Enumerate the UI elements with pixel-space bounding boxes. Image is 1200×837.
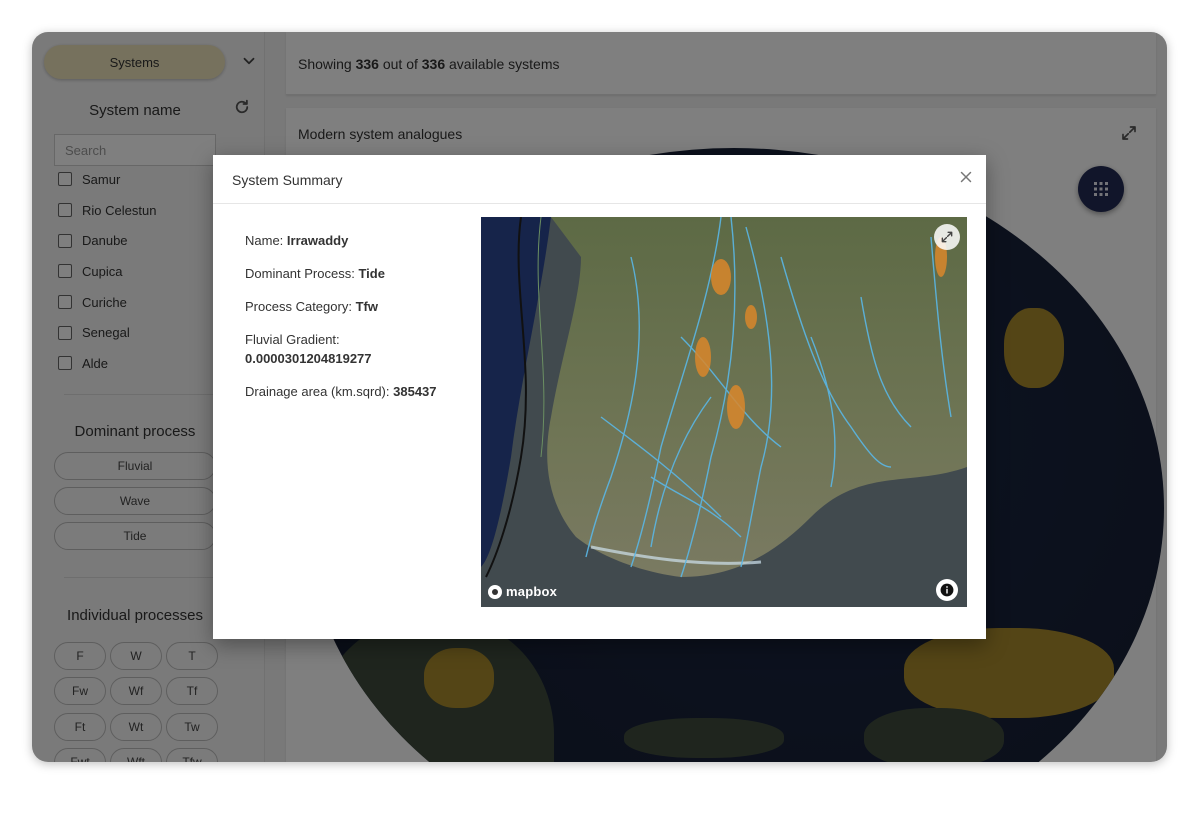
mapbox-icon bbox=[488, 584, 502, 599]
map-fullscreen-button[interactable] bbox=[934, 224, 960, 250]
delta-satellite-map[interactable]: mapbox bbox=[481, 217, 967, 607]
modal-title: System Summary bbox=[213, 155, 986, 204]
satellite-image bbox=[481, 217, 967, 607]
system-summary-modal: System Summary Name: Irrawaddy Dominant … bbox=[213, 155, 986, 639]
info-fluvial-gradient: Fluvial Gradient: 0.0000301204819277 bbox=[245, 332, 372, 366]
mapbox-logo[interactable]: mapbox bbox=[488, 584, 557, 599]
info-dominant-process: Dominant Process: Tide bbox=[245, 266, 385, 281]
info-icon bbox=[940, 583, 954, 597]
close-icon[interactable] bbox=[957, 168, 975, 186]
info-name: Name: Irrawaddy bbox=[245, 233, 349, 248]
map-attribution-info-button[interactable] bbox=[936, 579, 958, 601]
fullscreen-icon bbox=[941, 231, 953, 243]
system-info: Name: Irrawaddy Dominant Process: Tide P… bbox=[245, 231, 465, 415]
info-drainage-area: Drainage area (km.sqrd): 385437 bbox=[245, 384, 437, 399]
info-process-category: Process Category: Tfw bbox=[245, 299, 378, 314]
